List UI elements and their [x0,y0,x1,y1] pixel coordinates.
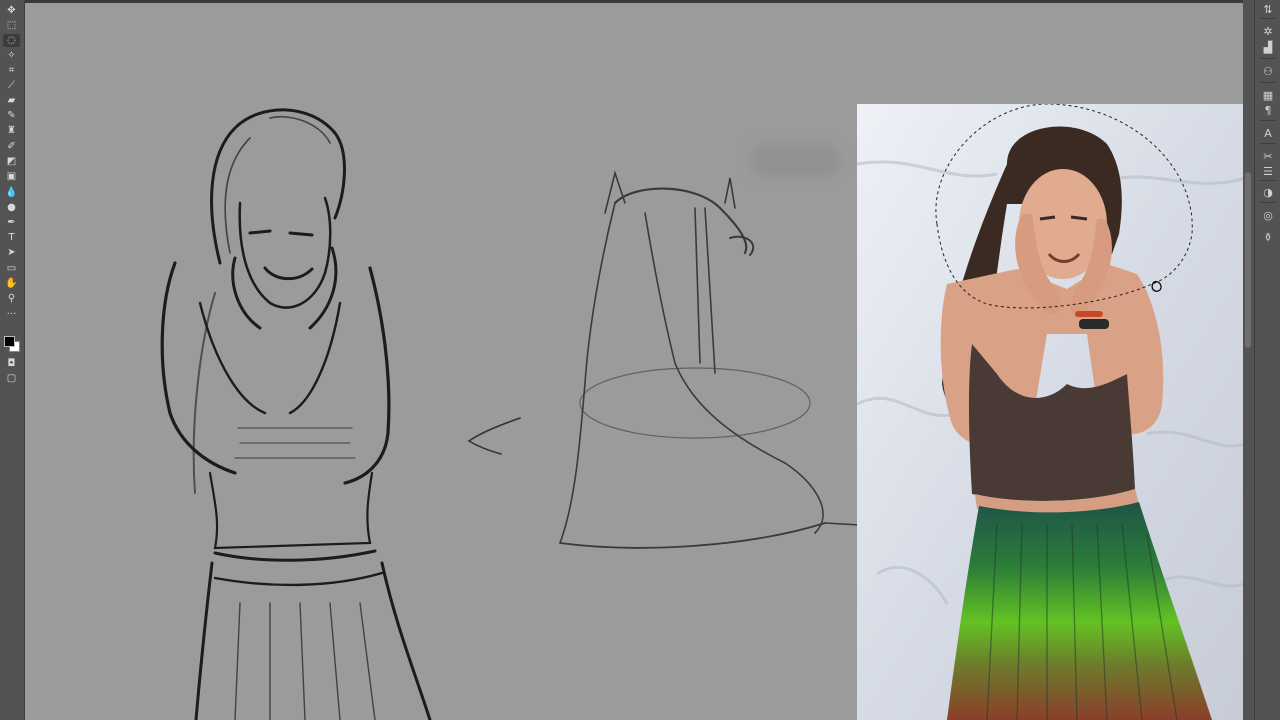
clone-source-icon[interactable]: ⚇ [1260,64,1276,78]
channels-icon[interactable]: ◑ [1260,185,1276,199]
vertical-scrollbar[interactable] [1243,0,1253,720]
paragraph-icon[interactable]: ¶ [1260,103,1276,117]
blur-tool-icon[interactable]: 💧 [3,186,20,199]
hand-tool-icon[interactable]: ✋ [3,277,20,290]
marquee-tool-icon[interactable]: ⬚ [3,19,20,32]
panel-arrange-icon[interactable]: ⇅ [1260,2,1276,16]
panel-dock: ⇅ ✲ ▟ ⚇ ▦ ¶ A ✂ ☰ ◑ ◎ ⚱ [1254,0,1280,720]
zoom-tool-icon[interactable]: ⚲ [3,292,20,305]
histogram-icon[interactable]: ▟ [1260,40,1276,54]
panel-separator [1259,143,1277,144]
pen-tool-icon[interactable]: ✒ [3,216,20,229]
panel-separator [1259,82,1277,83]
magic-wand-icon[interactable]: ✧ [3,49,20,62]
move-tool-icon[interactable]: ✥ [3,4,20,17]
brush-tool-icon[interactable]: ✎ [3,109,20,122]
crop-tool-icon[interactable]: ⌗ [3,64,20,77]
dodge-tool-icon[interactable]: ● [3,201,20,214]
paths-icon[interactable]: ◎ [1260,208,1276,222]
character-icon[interactable]: A [1260,126,1276,140]
screen-mode-icon[interactable]: ▢ [3,372,20,385]
reference-photo[interactable] [857,104,1243,720]
panel-separator [1259,120,1277,121]
figure-sketch [160,108,432,720]
tools-icon[interactable]: ✂ [1260,149,1276,163]
more-tools-icon[interactable]: ··· [3,308,20,321]
arrow-stroke [467,417,521,455]
layers-icon[interactable]: ☰ [1260,164,1276,178]
eraser-icon[interactable]: ◩ [3,155,20,168]
smudge-mark [750,143,840,178]
panel-separator [1259,58,1277,59]
history-brush-icon[interactable]: ✐ [3,140,20,153]
quick-mask-icon[interactable]: ◘ [3,357,20,370]
gradient-tool-icon[interactable]: ▣ [3,170,20,183]
clone-stamp-icon[interactable]: ♜ [3,124,20,137]
brush-settings-icon[interactable]: ✲ [1260,24,1276,38]
panel-separator [1259,18,1277,19]
adjustments-icon[interactable]: ▦ [1260,88,1276,102]
rectangle-tool-icon[interactable]: ▭ [3,262,20,275]
eyedropper-icon[interactable]: ⟋ [3,79,20,92]
foreground-color-swatch[interactable] [4,336,15,347]
panel-separator [1259,202,1277,203]
panel-separator [1259,180,1277,181]
healing-brush-icon[interactable]: ▰ [3,94,20,107]
gesture-sketch [559,170,861,549]
scrollbar-thumb[interactable] [1245,172,1251,348]
styles-icon[interactable]: ⚱ [1260,230,1276,244]
tools-panel: ✥ ⬚ ◌ ✧ ⌗ ⟋ ▰ ✎ ♜ ✐ ◩ ▣ 💧 ● ✒ T ➤ ▭ ✋ ⚲ ··· ◘ ▢ [0,0,25,720]
type-tool-icon[interactable]: T [3,231,20,244]
lasso-tool-icon[interactable]: ◌ [3,34,20,47]
path-selection-icon[interactable]: ➤ [3,246,20,259]
